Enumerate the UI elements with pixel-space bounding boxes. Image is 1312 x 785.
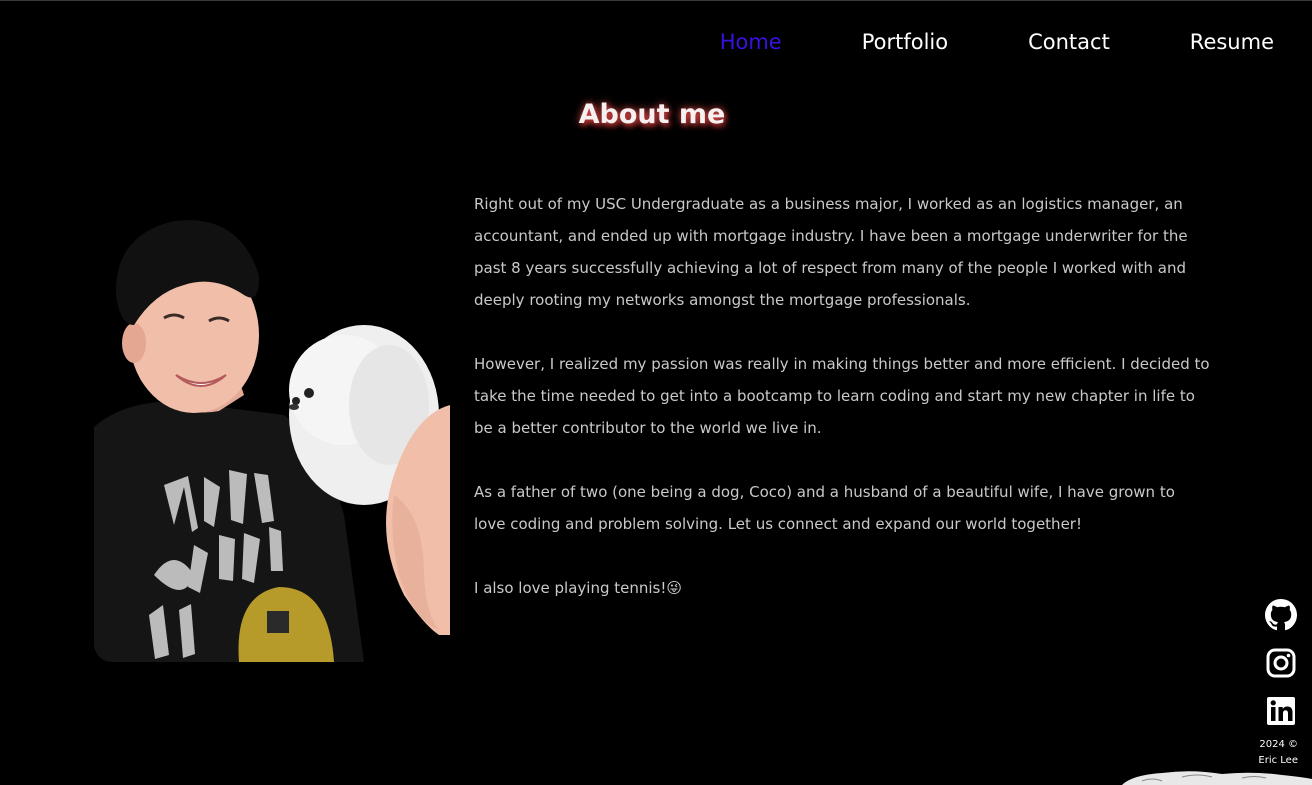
nav-home-link[interactable]: Home xyxy=(720,29,782,55)
decorative-mound xyxy=(1122,771,1312,785)
nav-portfolio-link[interactable]: Portfolio xyxy=(862,29,948,55)
footer-copyright: 2024 © Eric Lee xyxy=(1258,737,1298,769)
tongue-emoji: 😜 xyxy=(666,579,683,597)
bio-paragraph: As a father of two (one being a dog, Coc… xyxy=(474,483,1175,533)
bio-paragraph: However, I realized my passion was reall… xyxy=(474,355,1210,437)
bio-paragraph: Right out of my USC Undergraduate as a b… xyxy=(474,195,1188,309)
page-title: About me xyxy=(578,99,726,130)
profile-photo xyxy=(94,215,450,662)
github-icon[interactable] xyxy=(1265,599,1297,631)
about-bio: Right out of my USC Undergraduate as a b… xyxy=(474,188,1210,636)
main-nav: Home Portfolio Contact Resume xyxy=(640,29,1274,55)
copyright-owner: Eric Lee xyxy=(1258,755,1298,766)
bio-paragraph-tennis: I also love playing tennis!😜 xyxy=(474,572,1210,604)
bio-paragraph-text: I also love playing tennis! xyxy=(474,579,667,597)
linkedin-icon[interactable] xyxy=(1265,695,1297,727)
nav-resume-link[interactable]: Resume xyxy=(1190,29,1274,55)
page: Home Portfolio Contact Resume About me R… xyxy=(0,0,1312,785)
copyright-year: 2024 © xyxy=(1259,739,1298,750)
instagram-icon[interactable] xyxy=(1265,647,1297,679)
social-links xyxy=(1264,599,1298,743)
nav-contact-link[interactable]: Contact xyxy=(1028,29,1110,55)
